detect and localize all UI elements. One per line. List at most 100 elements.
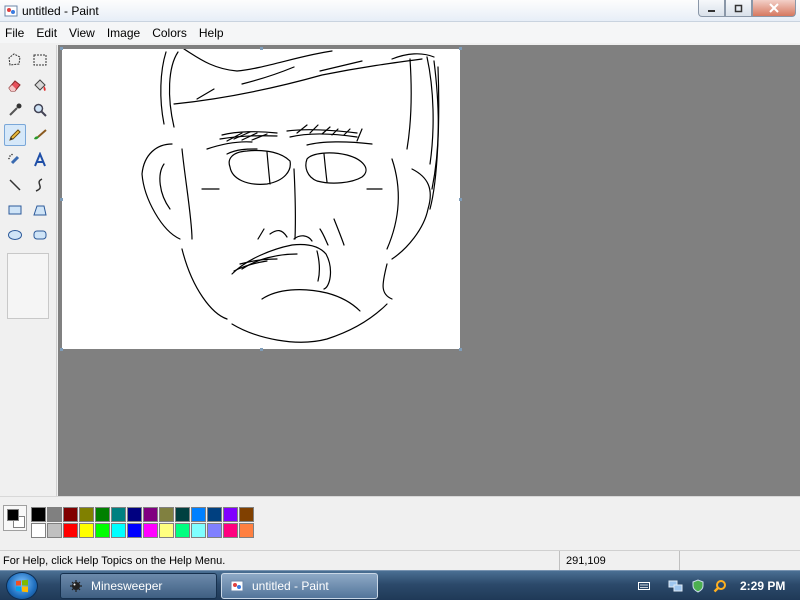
line-icon — [9, 179, 21, 191]
rounded-rectangle-icon — [33, 230, 47, 240]
menu-colors[interactable]: Colors — [147, 22, 194, 43]
pick-color-tool[interactable] — [4, 99, 26, 121]
ellipse-tool[interactable] — [4, 224, 26, 246]
current-colors[interactable] — [3, 505, 27, 531]
tool-options-panel[interactable] — [7, 253, 49, 319]
color-swatch[interactable] — [239, 523, 254, 538]
paint-app-icon — [4, 5, 18, 17]
menu-image[interactable]: Image — [102, 22, 147, 43]
color-box — [0, 496, 800, 546]
pencil-icon — [9, 129, 21, 141]
menu-help[interactable]: Help — [194, 22, 231, 43]
title-bar[interactable]: untitled - Paint — [0, 0, 800, 22]
color-swatch[interactable] — [175, 523, 190, 538]
start-button[interactable] — [6, 572, 38, 600]
color-swatch[interactable] — [143, 507, 158, 522]
rounded-rectangle-tool[interactable] — [29, 224, 51, 246]
resize-handle[interactable] — [260, 47, 263, 50]
color-swatch[interactable] — [31, 507, 46, 522]
color-swatch[interactable] — [127, 523, 142, 538]
menu-view[interactable]: View — [64, 22, 102, 43]
network-glyph — [668, 580, 683, 592]
color-swatch[interactable] — [47, 523, 62, 538]
network-icon[interactable] — [668, 578, 684, 594]
color-swatch[interactable] — [111, 507, 126, 522]
resize-handle[interactable] — [459, 47, 462, 50]
color-swatch[interactable] — [207, 507, 222, 522]
clock[interactable]: 2:29 PM — [740, 579, 785, 593]
foreground-color[interactable] — [7, 509, 19, 521]
color-swatch[interactable] — [239, 507, 254, 522]
status-panel — [680, 551, 800, 570]
resize-handle[interactable] — [260, 348, 263, 351]
drawing-workspace[interactable] — [58, 45, 800, 496]
airbrush-icon — [8, 153, 20, 165]
pencil-tool[interactable] — [4, 124, 26, 146]
color-swatch[interactable] — [95, 507, 110, 522]
color-swatch[interactable] — [31, 523, 46, 538]
taskbar-minesweeper[interactable]: Minesweeper — [60, 573, 217, 599]
resize-handle[interactable] — [459, 348, 462, 351]
color-swatch[interactable] — [159, 507, 174, 522]
color-swatch[interactable] — [191, 523, 206, 538]
taskbar-button-label: untitled - Paint — [252, 579, 329, 593]
curve-icon — [35, 178, 43, 192]
color-swatch[interactable] — [63, 523, 78, 538]
eyedropper-icon — [9, 103, 22, 116]
color-swatch[interactable] — [79, 507, 94, 522]
color-swatch[interactable] — [175, 507, 190, 522]
airbrush-tool[interactable] — [4, 149, 26, 171]
color-swatch[interactable] — [143, 523, 158, 538]
resize-handle[interactable] — [60, 198, 63, 201]
search-icon[interactable] — [712, 578, 728, 594]
resize-handle[interactable] — [60, 47, 63, 50]
close-button[interactable] — [752, 0, 796, 17]
color-swatch[interactable] — [207, 523, 222, 538]
curve-tool[interactable] — [29, 174, 51, 196]
minimize-button[interactable] — [698, 0, 725, 17]
maximize-button[interactable] — [725, 0, 752, 17]
color-swatch[interactable] — [191, 507, 206, 522]
menu-file[interactable]: File — [0, 22, 31, 43]
status-help-text: For Help, click Help Topics on the Help … — [0, 551, 560, 570]
paint-app-icon — [230, 580, 244, 592]
resize-handle[interactable] — [459, 198, 462, 201]
color-swatch[interactable] — [223, 507, 238, 522]
keyboard-icon[interactable] — [636, 578, 652, 594]
color-swatch[interactable] — [95, 523, 110, 538]
face-sketch — [141, 48, 440, 343]
color-swatch[interactable] — [127, 507, 142, 522]
drawing-canvas[interactable] — [60, 47, 462, 351]
rectangle-icon — [8, 205, 22, 215]
taskbar-paint[interactable]: untitled - Paint — [221, 573, 378, 599]
taskbar: Minesweeper untitled - Paint 2:29 PM — [0, 570, 800, 600]
brush-tool[interactable] — [29, 124, 51, 146]
text-tool[interactable] — [29, 149, 51, 171]
brush-icon — [34, 129, 47, 140]
color-swatch[interactable] — [47, 507, 62, 522]
color-swatch[interactable] — [111, 523, 126, 538]
paint-bucket-icon — [34, 79, 46, 91]
line-tool[interactable] — [4, 174, 26, 196]
minimize-icon — [708, 9, 715, 12]
menu-bar: File Edit View Image Colors Help — [0, 22, 800, 43]
color-swatch[interactable] — [63, 507, 78, 522]
rectangle-tool[interactable] — [4, 199, 26, 221]
free-form-select-tool[interactable] — [4, 49, 26, 71]
fill-with-color-tool[interactable] — [29, 74, 51, 96]
tool-box — [0, 45, 57, 496]
ellipse-icon — [8, 230, 22, 240]
color-swatch[interactable] — [223, 523, 238, 538]
eraser-tool[interactable] — [4, 74, 26, 96]
polygon-tool[interactable] — [29, 199, 51, 221]
security-icon[interactable] — [690, 578, 706, 594]
color-swatch[interactable] — [79, 523, 94, 538]
resize-handle[interactable] — [60, 348, 63, 351]
magnifier-tool[interactable] — [29, 99, 51, 121]
window-title: untitled - Paint — [22, 4, 99, 18]
rectangle-select-icon — [33, 54, 47, 66]
shield-icon — [692, 579, 704, 593]
rectangle-select-tool[interactable] — [29, 49, 51, 71]
menu-edit[interactable]: Edit — [31, 22, 64, 43]
color-swatch[interactable] — [159, 523, 174, 538]
